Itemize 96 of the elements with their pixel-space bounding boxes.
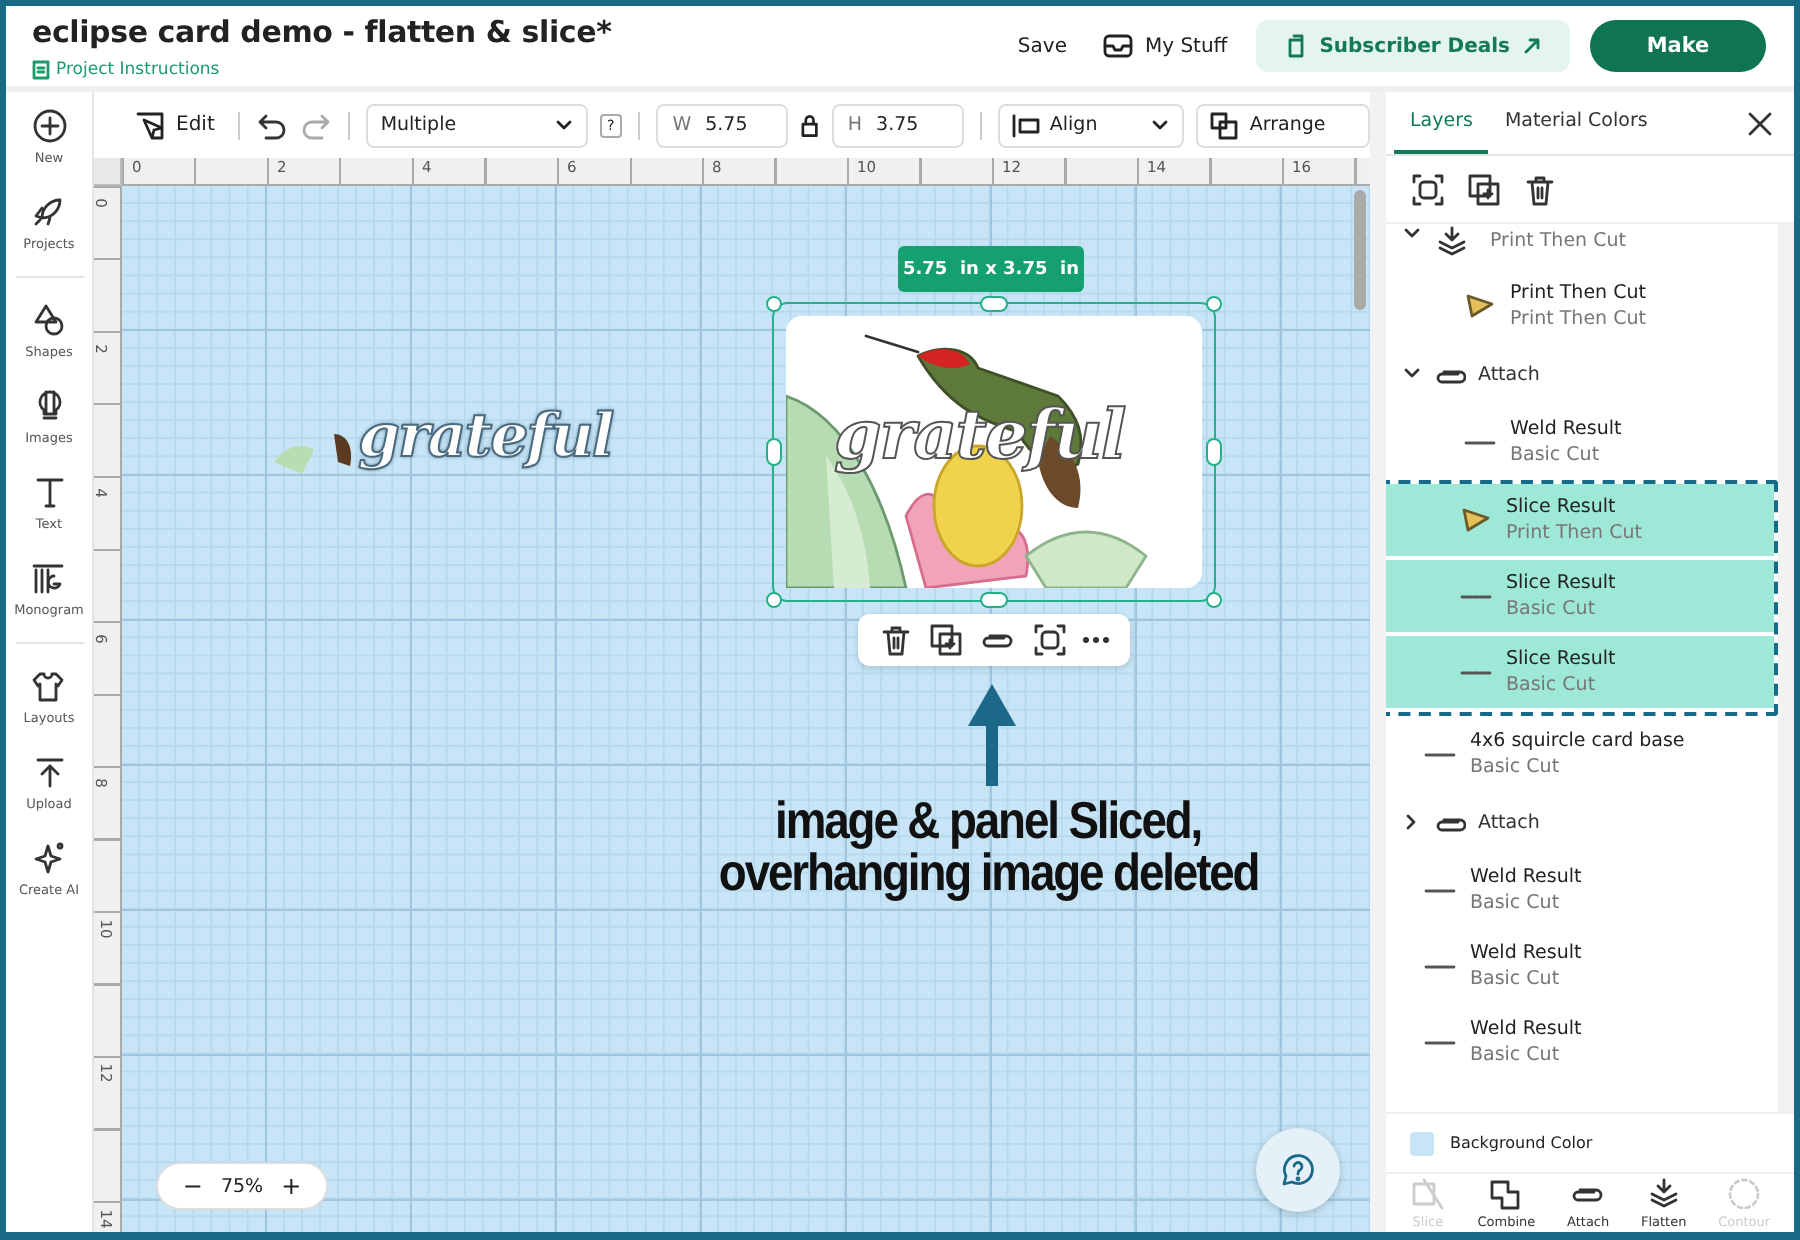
layer-thumbnail — [1424, 751, 1456, 757]
layer-row[interactable]: Print Then Cut Print Then Cut — [1386, 268, 1778, 344]
panel-tab[interactable]: Layers — [1394, 92, 1489, 154]
rocket-icon — [30, 194, 67, 230]
lock-icon — [800, 113, 820, 137]
delete-icon — [877, 622, 914, 658]
layer-row[interactable]: Slice Result Basic Cut — [1386, 636, 1774, 712]
shapes-icon — [31, 302, 67, 338]
chevron-down-icon — [1149, 117, 1170, 133]
project-instructions-link[interactable]: Project Instructions — [32, 59, 612, 79]
group-icon — [1031, 622, 1068, 658]
delete-button[interactable] — [1522, 171, 1558, 207]
delete-icon — [1522, 171, 1558, 207]
duplicate-icon — [928, 622, 965, 658]
duplicate-button[interactable] — [928, 622, 965, 658]
scrollbar[interactable] — [1354, 190, 1366, 310]
layer-row[interactable]: Weld Result Basic Cut — [1386, 404, 1778, 480]
redo-icon — [300, 111, 333, 139]
resize-handle[interactable] — [1205, 437, 1221, 465]
external-arrow-icon — [1522, 36, 1542, 56]
sparkle-icon — [31, 840, 67, 876]
zoom-out-button[interactable]: − — [182, 1172, 203, 1200]
layer-row[interactable]: Weld Result Basic Cut — [1386, 1004, 1778, 1080]
combine-icon — [1488, 1176, 1525, 1212]
shirt-icon — [30, 668, 67, 704]
my-stuff-button[interactable]: My Stuff — [1094, 32, 1236, 60]
undo-icon — [256, 111, 289, 139]
layer-row[interactable]: Weld Result Basic Cut — [1386, 852, 1778, 928]
height-field[interactable]: H 3.75 — [831, 103, 964, 147]
edit-cursor-icon — [134, 109, 166, 141]
slice-icon — [1409, 1176, 1446, 1212]
layer-thumbnail — [1466, 294, 1494, 318]
question-icon — [1278, 1150, 1318, 1190]
more-icon — [1082, 636, 1111, 644]
text-icon — [31, 474, 67, 510]
arrange-icon — [1209, 111, 1238, 139]
annotation-text: overhanging image deleted — [718, 846, 1259, 898]
stack-icon — [1645, 1176, 1682, 1212]
group-button[interactable] — [1410, 171, 1446, 207]
resize-handle[interactable] — [1205, 591, 1221, 607]
layer-group-row[interactable]: Attach — [1386, 792, 1778, 852]
layer-row[interactable]: Slice Result Print Then Cut — [1386, 484, 1774, 560]
color-swatch — [1410, 1131, 1434, 1155]
dimension-label: 5.75 in x 3.75 in — [898, 246, 1084, 292]
resize-handle[interactable] — [765, 295, 781, 311]
layer-thumbnail — [1424, 963, 1456, 969]
document-title: eclipse card demo - flatten & slice* — [32, 13, 612, 49]
plus-icon — [31, 108, 67, 144]
stack-icon — [1434, 224, 1466, 256]
group-button[interactable] — [1031, 622, 1068, 658]
chevron-down-icon — [553, 117, 574, 133]
background-color-row[interactable]: Background Color — [1386, 1112, 1794, 1172]
help-button[interactable] — [1256, 1128, 1340, 1212]
width-field[interactable]: W 5.75 — [656, 103, 789, 147]
layer-thumbnail — [1424, 1039, 1456, 1045]
layer-row[interactable]: 4x6 squircle card base Basic Cut — [1386, 716, 1778, 792]
tray-icon — [1102, 32, 1135, 60]
layer-thumbnail — [1424, 887, 1456, 893]
align-dropdown[interactable]: Align — [997, 103, 1184, 147]
resize-handle[interactable] — [1205, 295, 1221, 311]
resize-handle[interactable] — [765, 437, 781, 465]
layer-row[interactable]: Slice Result Basic Cut — [1386, 560, 1774, 636]
subscriber-deals-button[interactable]: Subscriber Deals — [1255, 20, 1570, 72]
layer-group-row[interactable]: Attach — [1386, 344, 1778, 404]
more-button[interactable] — [1082, 636, 1111, 644]
panel-tab[interactable]: Material Colors — [1488, 92, 1664, 154]
layer-row[interactable]: Weld Result Basic Cut — [1386, 928, 1778, 1004]
document-icon — [32, 59, 50, 79]
layer-thumbnail — [1460, 669, 1492, 675]
duplicate-icon — [1466, 171, 1502, 207]
undo-button[interactable] — [256, 111, 289, 139]
annotation-text: image & panel Sliced, — [775, 794, 1202, 846]
delete-button[interactable] — [877, 622, 914, 658]
layer-thumbnail — [1460, 593, 1492, 599]
zoom-level: 75% — [220, 1175, 264, 1197]
upload-icon — [31, 754, 67, 790]
resize-handle[interactable] — [979, 591, 1007, 607]
arrange-dropdown[interactable]: Arrange — [1195, 103, 1370, 147]
resize-handle[interactable] — [979, 295, 1007, 311]
resize-handle[interactable] — [765, 591, 781, 607]
align-icon — [1011, 113, 1040, 137]
duplicate-button[interactable] — [1466, 171, 1502, 207]
artwork-text: grateful — [358, 402, 613, 472]
layer-thumbnail — [1462, 508, 1490, 532]
up-arrow — [966, 682, 1018, 786]
edit-button[interactable]: Edit — [126, 109, 223, 141]
layer-group-row[interactable]: Print Then Cut — [1386, 224, 1778, 268]
save-button[interactable]: Save — [1009, 35, 1075, 57]
layer-thumbnail — [1464, 439, 1496, 445]
dashed-circle-icon — [1726, 1176, 1763, 1212]
operation-dropdown[interactable]: Multiple — [366, 103, 588, 147]
group-icon — [1410, 171, 1446, 207]
close-icon — [1746, 109, 1774, 137]
zoom-in-button[interactable]: + — [281, 1172, 302, 1200]
make-button[interactable]: Make — [1590, 20, 1766, 72]
monogram-icon — [30, 560, 67, 596]
